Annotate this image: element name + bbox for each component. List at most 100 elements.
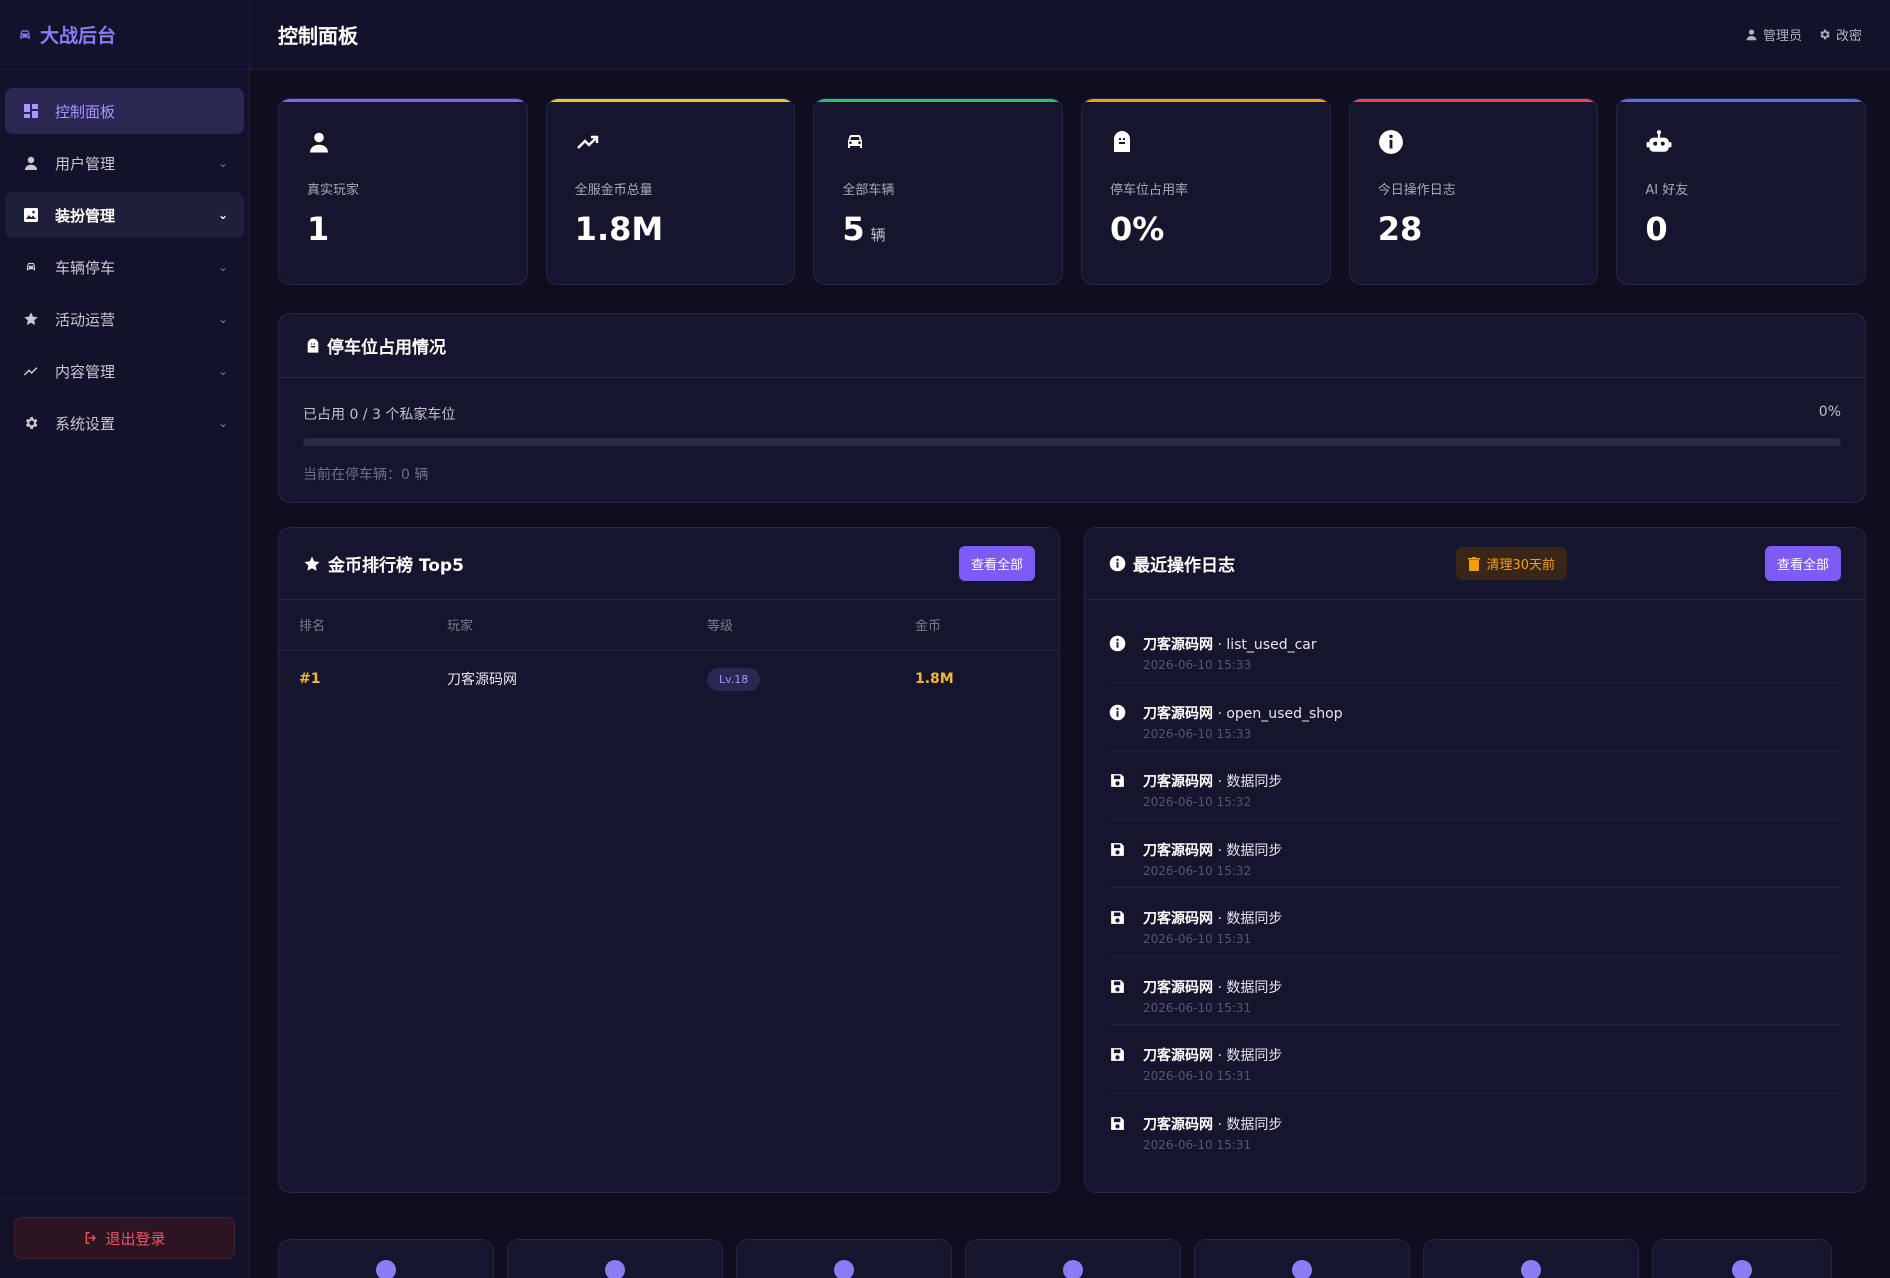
- log-text: 刀客源码网 · 数据同步: [1143, 908, 1282, 928]
- quick-action-icon: [376, 1260, 396, 1278]
- rank-cell: #1: [299, 671, 321, 688]
- stat-number: 1: [307, 210, 330, 248]
- sidebar-item-dashboard[interactable]: 控制面板: [5, 88, 244, 134]
- log-time: 2026-06-10 15:31: [1143, 1137, 1252, 1152]
- list-item[interactable]: 刀客源码网 · 数据同步 2026-06-10 15:32: [1109, 820, 1841, 888]
- list-item[interactable]: 刀客源码网 · 数据同步 2026-06-10 15:32: [1109, 751, 1841, 820]
- sidebar-item-label: 系统设置: [55, 414, 116, 433]
- quick-action-card[interactable]: [1423, 1239, 1639, 1278]
- chevron-down-icon: ⌄: [217, 416, 228, 430]
- log-text: 刀客源码网 · 数据同步: [1143, 840, 1282, 860]
- log-time: 2026-06-10 15:31: [1143, 1000, 1252, 1015]
- stat-number: 0: [1645, 210, 1668, 248]
- log-time: 2026-06-10 15:32: [1143, 795, 1252, 809]
- stat-value: 1.8M: [575, 210, 767, 248]
- stat-cards: 真实玩家 1 全服金币总量 1.8M 全部车辆 5辆 停车位占用率 0% 今日操…: [278, 98, 1867, 285]
- list-item[interactable]: 刀客源码网 · 数据同步 2026-06-10 15:31: [1109, 1025, 1841, 1094]
- admin-user-menu[interactable]: 管理员: [1745, 25, 1802, 44]
- quick-action-card[interactable]: [278, 1239, 494, 1278]
- sidebar-item-label: 装扮管理: [55, 206, 116, 225]
- robot-icon: [1645, 127, 1837, 157]
- log-time: 2026-06-10 15:33: [1143, 726, 1252, 741]
- stat-value: 0: [1645, 210, 1837, 248]
- stat-value: 28: [1378, 210, 1570, 248]
- sidebar-item-outfits[interactable]: 装扮管理 ⌄: [5, 192, 244, 238]
- change-password-button[interactable]: 改密: [1818, 25, 1862, 44]
- car-icon: [21, 257, 41, 277]
- log-text: 刀客源码网 · 数据同步: [1143, 1114, 1282, 1134]
- logs-header: 最近操作日志 清理30天前 查看全部: [1085, 528, 1865, 600]
- quick-action-card[interactable]: [736, 1239, 952, 1278]
- info-icon: [1109, 634, 1127, 656]
- list-item[interactable]: 刀客源码网 · 数据同步 2026-06-10 15:31: [1109, 888, 1841, 957]
- star-icon: [304, 556, 320, 571]
- logs-view-all-button[interactable]: 查看全部: [1764, 546, 1841, 581]
- log-body: 刀客源码网 · list_used_car 2026-06-10 15:33: [1143, 634, 1317, 672]
- log-time: 2026-06-10 15:31: [1143, 1069, 1252, 1083]
- clear-old-logs-label: 清理30天前: [1486, 558, 1555, 573]
- sidebar-item-content[interactable]: 内容管理 ⌄: [5, 348, 244, 394]
- log-time: 2026-06-10 15:32: [1143, 863, 1252, 878]
- log-action: · 数据同步: [1213, 842, 1283, 859]
- dashboard-content: 真实玩家 1 全服金币总量 1.8M 全部车辆 5辆 停车位占用率 0% 今日操…: [250, 70, 1890, 1278]
- list-item[interactable]: 刀客源码网 · 数据同步 2026-06-10 15:31: [1109, 957, 1841, 1025]
- logs-title-text: 最近操作日志: [1133, 556, 1235, 576]
- stat-accent-bar: [814, 99, 1063, 102]
- list-item[interactable]: 刀客源码网 · open_used_shop 2026-06-10 15:33: [1109, 683, 1841, 751]
- user-icon: [307, 127, 499, 157]
- quick-action-card[interactable]: [965, 1239, 1181, 1278]
- sidebar: 大战后台 控制面板 用户管理 ⌄ 装扮管理 ⌄ 车辆停车 ⌄ 活动运营 ⌄ 内容…: [0, 0, 250, 1278]
- list-item[interactable]: 刀客源码网 · list_used_car 2026-06-10 15:33: [1109, 614, 1841, 683]
- leaderboard-view-all-button[interactable]: 查看全部: [958, 546, 1035, 581]
- quick-action-card[interactable]: [1652, 1239, 1832, 1278]
- sidebar-item-vehicles[interactable]: 车辆停车 ⌄: [5, 244, 244, 290]
- stat-number: 28: [1377, 210, 1423, 248]
- info-icon: [1109, 555, 1126, 572]
- stat-number: 5: [842, 210, 865, 248]
- log-user: 刀客源码网: [1143, 979, 1213, 996]
- clear-old-logs-button[interactable]: 清理30天前: [1456, 547, 1567, 580]
- sidebar-footer: 退出登录: [0, 1198, 249, 1278]
- parking-icon: [1110, 127, 1302, 157]
- trend-icon: [21, 361, 41, 381]
- chevron-down-icon: ⌄: [217, 156, 228, 170]
- stat-card-ai-friends: AI 好友 0: [1616, 98, 1867, 285]
- log-action: · 数据同步: [1213, 1048, 1283, 1064]
- sidebar-item-users[interactable]: 用户管理 ⌄: [5, 140, 244, 186]
- list-item[interactable]: 刀客源码网 · 数据同步 2026-06-10 15:31: [1109, 1094, 1841, 1163]
- log-body: 刀客源码网 · open_used_shop 2026-06-10 15:33: [1143, 703, 1343, 741]
- parking-panel-header: 停车位占用情况: [279, 314, 1865, 378]
- save-icon: [1109, 1045, 1127, 1067]
- quick-action-icon: [1292, 1260, 1312, 1278]
- sidebar-item-settings[interactable]: 系统设置 ⌄: [5, 400, 244, 446]
- app-root: 大战后台 控制面板 用户管理 ⌄ 装扮管理 ⌄ 车辆停车 ⌄ 活动运营 ⌄ 内容…: [0, 0, 1890, 1278]
- quick-action-icon: [1521, 1260, 1541, 1278]
- parking-current-text: 当前在停车辆：0 辆: [303, 467, 429, 483]
- log-user: 刀客源码网: [1143, 637, 1213, 653]
- stat-label: 全服金币总量: [574, 183, 653, 198]
- parking-panel: 停车位占用情况 已占用 0 / 3 个私家车位 0% 当前在停车辆：0 辆: [278, 313, 1866, 503]
- stat-card-logs: 今日操作日志 28: [1348, 98, 1599, 285]
- sidebar-item-label: 用户管理: [55, 154, 116, 173]
- quick-action-icon: [1732, 1260, 1752, 1278]
- log-body: 刀客源码网 · 数据同步 2026-06-10 15:31: [1143, 908, 1282, 946]
- quick-action-card[interactable]: [507, 1239, 723, 1278]
- sidebar-item-events[interactable]: 活动运营 ⌄: [5, 296, 244, 342]
- log-action: · list_used_car: [1213, 637, 1317, 653]
- brand-logo[interactable]: 大战后台: [0, 0, 249, 70]
- table-row[interactable]: #1 刀客源码网 Lv.18 1.8M: [279, 650, 1059, 708]
- log-body: 刀客源码网 · 数据同步 2026-06-10 15:31: [1143, 1114, 1282, 1152]
- player-cell: 刀客源码网: [447, 672, 517, 689]
- sidebar-item-label: 活动运营: [55, 310, 116, 329]
- gear-icon: [21, 413, 41, 433]
- stat-unit: 辆: [870, 226, 886, 244]
- logout-label: 退出登录: [105, 1229, 166, 1248]
- log-body: 刀客源码网 · 数据同步 2026-06-10 15:31: [1143, 977, 1282, 1015]
- quick-action-card[interactable]: [1194, 1239, 1410, 1278]
- two-column-row: 金币排行榜 Top5 查看全部 排名 玩家 等级 金币 #1 刀客源码网 Lv.…: [278, 527, 1866, 1193]
- stat-accent-bar: [546, 99, 795, 102]
- logout-button[interactable]: 退出登录: [14, 1217, 235, 1259]
- leaderboard-header: 金币排行榜 Top5 查看全部: [279, 528, 1059, 600]
- leaderboard-panel: 金币排行榜 Top5 查看全部 排名 玩家 等级 金币 #1 刀客源码网 Lv.…: [278, 527, 1060, 1193]
- stat-card-parking: 停车位占用率 0%: [1081, 98, 1331, 285]
